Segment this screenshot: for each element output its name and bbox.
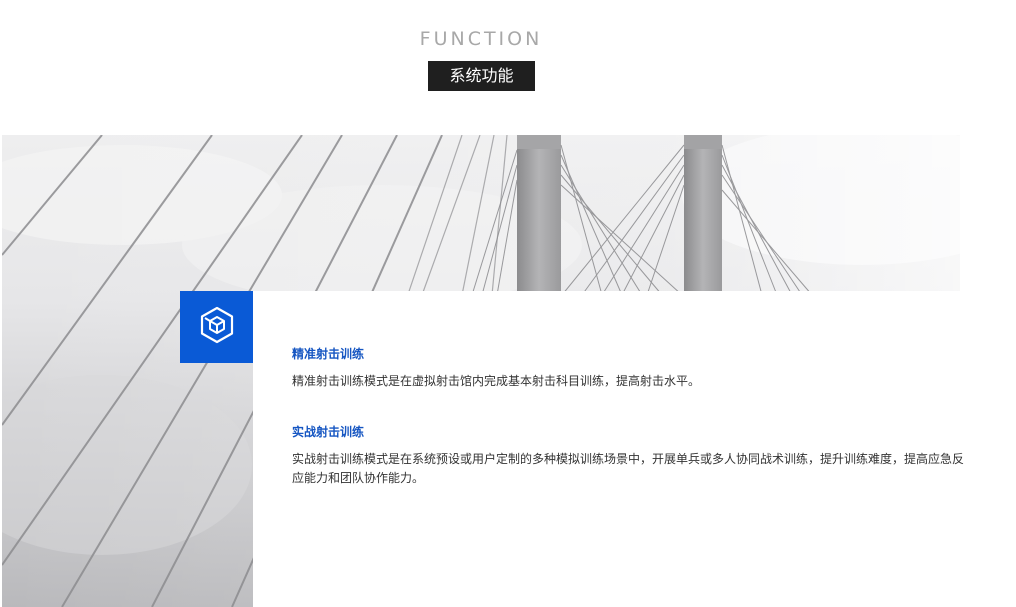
feature-title: 精准射击训练 <box>292 347 365 361</box>
feature-icon-box <box>180 291 253 363</box>
page: FUNCTION 系统功能 精准射击训练 精准射击训练模式是在虚拟射击馆内完成基… <box>0 0 1016 607</box>
feature-item: 精准射击训练 精准射击训练模式是在虚拟射击馆内完成基本射击科目训练，提高射击水平… <box>292 346 972 391</box>
feature-title: 实战射击训练 <box>292 425 365 439</box>
feature-description: 实战射击训练模式是在系统预设或用户定制的多种模拟训练场景中，开展单兵或多人协同战… <box>292 452 965 485</box>
feature-item: 实战射击训练 实战射击训练模式是在系统预设或用户定制的多种模拟训练场景中，开展单… <box>292 424 972 488</box>
section-title: 系统功能 <box>428 61 535 91</box>
section-eyebrow: FUNCTION <box>419 28 543 50</box>
feature-description: 精准射击训练模式是在虚拟射击馆内完成基本射击科目训练，提高射击水平。 <box>292 374 701 388</box>
cube-icon <box>197 305 237 349</box>
